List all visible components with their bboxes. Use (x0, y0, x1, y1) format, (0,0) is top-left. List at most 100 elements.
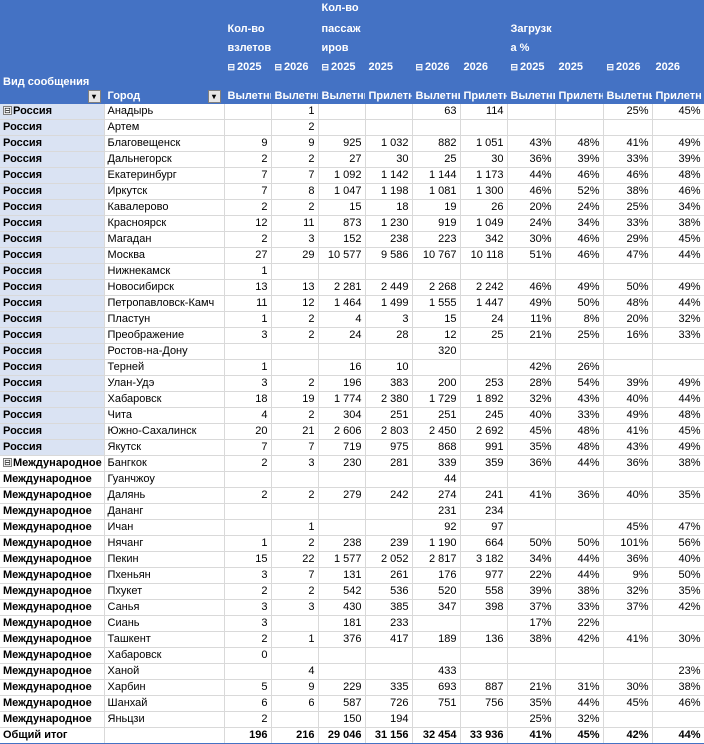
cell-p25a[interactable] (365, 103, 413, 120)
cell-f26[interactable]: 13 (271, 279, 319, 296)
cell-l25a[interactable]: 50% (555, 535, 604, 552)
cell-city[interactable]: Магадан (104, 231, 225, 248)
cell-f26[interactable]: 2 (271, 407, 319, 424)
cell-f26[interactable]: 9 (271, 679, 319, 696)
cell-l25a[interactable]: 43% (555, 391, 604, 408)
cell-type[interactable]: Россия (0, 359, 105, 376)
cell-city[interactable]: Хабаровск (104, 647, 225, 664)
cell-p25a[interactable]: 30 (365, 151, 413, 168)
cell-l25d[interactable] (507, 471, 556, 488)
cell-type[interactable]: Международное (0, 599, 105, 616)
cell-p25a[interactable]: 1 499 (365, 295, 413, 312)
cell-p25a[interactable]: 251 (365, 407, 413, 424)
cell-f26[interactable] (271, 647, 319, 664)
cell-l25a[interactable]: 26% (555, 359, 604, 376)
table-row[interactable]: Россия Пластун 1 2 4 3 15 24 11% 8% 20% 32% (0, 311, 704, 328)
cell-type[interactable]: Россия (0, 119, 105, 136)
cell-l25a[interactable]: 36% (555, 487, 604, 504)
cell-f26[interactable]: 8 (271, 183, 319, 200)
cell-f26[interactable]: 19 (271, 391, 319, 408)
cell-f26[interactable] (271, 343, 319, 360)
table-row[interactable]: Россия Магадан 2 3 152 238 223 342 30% 46% 29% 45% (0, 231, 704, 248)
table-row[interactable]: Россия Благовещенск 9 9 925 1 032 882 1 051 43% 4… (0, 135, 704, 152)
cell-l25a[interactable]: 44% (555, 695, 604, 712)
cell-p25a[interactable] (365, 663, 413, 680)
table-row[interactable]: Международное Санья 3 3 430 385 347 398 37% 33% 37… (0, 599, 704, 616)
cell-p26a[interactable] (460, 471, 508, 488)
cell-p26a[interactable] (460, 663, 508, 680)
collapse-icon[interactable]: ⊟ (228, 62, 236, 72)
cell-p25d[interactable]: 196 (318, 375, 366, 392)
cell-l25d[interactable]: 24% (507, 215, 556, 232)
cell-p26a[interactable]: 25 (460, 327, 508, 344)
cell-type[interactable]: Международное (0, 535, 105, 552)
cell-type[interactable]: Международное (0, 711, 105, 728)
cell-f26[interactable]: 11 (271, 215, 319, 232)
cell-p26d[interactable]: 19 (412, 199, 461, 216)
cell-l25a[interactable]: 39% (555, 151, 604, 168)
cell-p26d[interactable]: 2 268 (412, 279, 461, 296)
cell-l25d[interactable] (507, 503, 556, 520)
cell-f25[interactable] (224, 663, 272, 680)
table-row[interactable]: Россия Дальнегорск 2 2 27 30 25 30 36% 39% 33% 39% (0, 151, 704, 168)
cell-city[interactable]: Улан-Удэ (104, 375, 225, 392)
cell-p25a[interactable]: 975 (365, 439, 413, 456)
cell-l26a[interactable]: 44% (652, 391, 704, 408)
cell-p25d[interactable] (318, 471, 366, 488)
table-row[interactable]: Международное Шанхай 6 6 587 726 751 756 35% 44% 4… (0, 695, 704, 712)
cell-f26[interactable]: 1 (271, 631, 319, 648)
cell-p25a[interactable]: 2 803 (365, 423, 413, 440)
cell-l26a[interactable]: 44% (652, 295, 704, 312)
cell-l25a[interactable]: 42% (555, 631, 604, 648)
cell-l26d[interactable]: 45% (603, 695, 653, 712)
cell-p25a[interactable]: 2 052 (365, 551, 413, 568)
cell-p26a[interactable]: 887 (460, 679, 508, 696)
table-row[interactable]: Международное Ичан 1 92 97 45% 47% (0, 519, 704, 536)
cell-p25d[interactable]: 1 464 (318, 295, 366, 312)
cell-l25d[interactable] (507, 119, 556, 136)
cell-l25a[interactable] (555, 647, 604, 664)
cell-p26a[interactable]: 1 447 (460, 295, 508, 312)
cell-l26a[interactable] (652, 359, 704, 376)
cell-p26d[interactable]: 339 (412, 455, 461, 472)
cell-l26d[interactable]: 20% (603, 311, 653, 328)
table-row[interactable]: Международное Сиань 3 181 233 17% 22% (0, 615, 704, 632)
cell-l25a[interactable]: 46% (555, 247, 604, 264)
cell-l26a[interactable]: 30% (652, 631, 704, 648)
cell-l25d[interactable]: 51% (507, 247, 556, 264)
cell-city[interactable]: Артем (104, 119, 225, 136)
cell-f26[interactable]: 1 (271, 103, 319, 120)
cell-p26d[interactable]: 251 (412, 407, 461, 424)
cell-l25d[interactable]: 41% (507, 487, 556, 504)
cell-f25[interactable]: 4 (224, 407, 272, 424)
cell-f25[interactable]: 2 (224, 487, 272, 504)
cell-p26a[interactable]: 756 (460, 695, 508, 712)
cell-l25d[interactable]: 42% (507, 359, 556, 376)
cell-l25d[interactable] (507, 519, 556, 536)
cell-l26a[interactable]: 49% (652, 375, 704, 392)
cell-p25d[interactable] (318, 119, 366, 136)
table-row[interactable]: Международное Хабаровск 0 (0, 647, 704, 664)
table-row[interactable]: Россия Южно-Сахалинск 20 21 2 606 2 803 2 450 2… (0, 423, 704, 440)
cell-l25d[interactable]: 36% (507, 151, 556, 168)
cell-p26d[interactable]: 15 (412, 311, 461, 328)
cell-p26a[interactable] (460, 263, 508, 280)
cell-l26d[interactable]: 32% (603, 583, 653, 600)
cell-city[interactable]: Сиань (104, 615, 225, 632)
cell-l26d[interactable] (603, 615, 653, 632)
table-row[interactable]: Международное Яньцзи 2 150 194 25% 32% (0, 711, 704, 728)
cell-l26d[interactable]: 40% (603, 487, 653, 504)
cell-type[interactable]: Россия (0, 135, 105, 152)
cell-l26d[interactable]: 39% (603, 375, 653, 392)
cell-f25[interactable]: 7 (224, 183, 272, 200)
cell-l26d[interactable]: 50% (603, 279, 653, 296)
cell-city[interactable]: Кавалерово (104, 199, 225, 216)
cell-l25a[interactable] (555, 343, 604, 360)
cell-l25d[interactable] (507, 263, 556, 280)
cell-f25[interactable]: 20 (224, 423, 272, 440)
cell-p25a[interactable]: 28 (365, 327, 413, 344)
cell-p25a[interactable]: 10 (365, 359, 413, 376)
cell-f25[interactable]: 1 (224, 535, 272, 552)
table-row[interactable]: Россия Иркутск 7 8 1 047 1 198 1 081 1 300 46% 52… (0, 183, 704, 200)
cell-p26d[interactable]: 919 (412, 215, 461, 232)
